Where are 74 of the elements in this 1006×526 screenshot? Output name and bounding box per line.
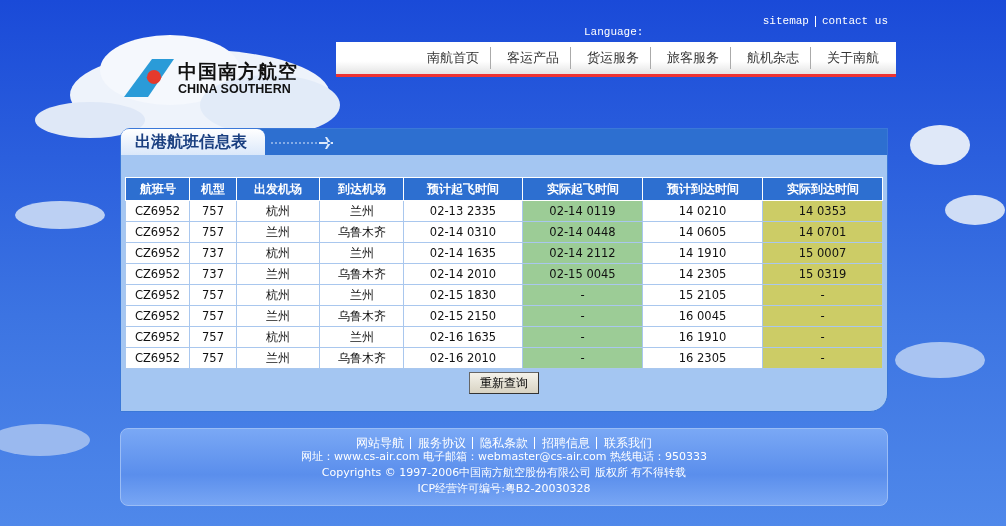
- table-cell: 14 1910: [642, 242, 763, 264]
- nav-link[interactable]: 旅客服务: [650, 47, 730, 69]
- table-cell: 16 1910: [642, 326, 763, 348]
- table-cell: 757: [189, 284, 237, 306]
- top-link[interactable]: sitemap: [762, 16, 809, 27]
- table-cell: CZ6952: [125, 242, 190, 264]
- column-header: 实际到达时间: [762, 177, 883, 201]
- table-cell: CZ6952: [125, 326, 190, 348]
- table-cell: 兰州: [236, 305, 320, 327]
- table-cell: 兰州: [319, 326, 404, 348]
- requery-button[interactable]: 重新查询: [469, 372, 539, 394]
- column-header: 出发机场: [236, 177, 320, 201]
- table-cell: 杭州: [236, 242, 320, 264]
- table-cell: 757: [189, 347, 237, 369]
- table-cell: CZ6952: [125, 284, 190, 306]
- table-cell: 757: [189, 200, 237, 222]
- table-cell: 兰州: [319, 242, 404, 264]
- table-cell: 02-14 2010: [403, 263, 523, 285]
- table-cell: 757: [189, 326, 237, 348]
- logo-text: CHINA SOUTHERN: [178, 82, 292, 96]
- table-cell: 乌鲁木齐: [319, 221, 404, 243]
- plane-icon: [271, 137, 333, 149]
- table-cell: CZ6952: [125, 263, 190, 285]
- top-link[interactable]: contact us: [815, 16, 888, 27]
- table-cell: 兰州: [236, 347, 320, 369]
- table-cell: 02-16 1635: [403, 326, 523, 348]
- nav-link[interactable]: 航机杂志: [730, 47, 810, 69]
- nav-link[interactable]: 关于南航: [810, 47, 890, 69]
- table-cell: 14 0210: [642, 200, 763, 222]
- table-cell: 兰州: [319, 200, 404, 222]
- table-cell: 02-14 0310: [403, 221, 523, 243]
- column-header: 航班号: [125, 177, 190, 201]
- table-cell: 15 2105: [642, 284, 763, 306]
- table-cell: 兰州: [236, 263, 320, 285]
- table-cell: 16 0045: [642, 305, 763, 327]
- table-cell: CZ6952: [125, 305, 190, 327]
- logo-text: 中国南方航空: [178, 60, 298, 82]
- table-cell: 737: [189, 263, 237, 285]
- table-cell: 757: [189, 221, 237, 243]
- table-cell: CZ6952: [125, 347, 190, 369]
- column-header: 预计起飞时间: [403, 177, 523, 201]
- table-cell: 02-15 1830: [403, 284, 523, 306]
- nav-link[interactable]: 南航首页: [411, 47, 490, 69]
- table-cell: 02-14 1635: [403, 242, 523, 264]
- table-cell: CZ6952: [125, 200, 190, 222]
- table-cell: 兰州: [236, 221, 320, 243]
- table-cell: 14 2305: [642, 263, 763, 285]
- table-cell: 02-15 2150: [403, 305, 523, 327]
- copyright-text: Copyrights © 1997-2006中国南方航空股份有限公司 版权所 有不得转载: [321, 465, 687, 481]
- table-cell: 乌鲁木齐: [319, 305, 404, 327]
- table-cell: 兰州: [319, 284, 404, 306]
- table-cell: 02-16 2010: [403, 347, 523, 369]
- table-cell: 乌鲁木齐: [319, 263, 404, 285]
- table-cell: 杭州: [236, 200, 320, 222]
- column-header: 到达机场: [319, 177, 404, 201]
- contact-text: 网址：www.cs-air.com 电子邮箱：webmaster@cs-air.com 热线电话：950333: [300, 449, 708, 465]
- table-cell: 杭州: [236, 284, 320, 306]
- table-cell: 757: [189, 305, 237, 327]
- nav-link[interactable]: 货运服务: [570, 47, 650, 69]
- table-cell: 737: [189, 242, 237, 264]
- table-cell: 02-13 2335: [403, 200, 523, 222]
- panel-title: 出港航班信息表: [121, 129, 265, 155]
- column-header: 预计到达时间: [642, 177, 763, 201]
- table-cell: 乌鲁木齐: [319, 347, 404, 369]
- table-cell: CZ6952: [125, 221, 190, 243]
- table-cell: 14 0605: [642, 221, 763, 243]
- column-header: 实际起飞时间: [522, 177, 643, 201]
- nav-link[interactable]: 客运产品: [490, 47, 570, 69]
- language-label: Language:: [584, 26, 644, 38]
- table-cell: 杭州: [236, 326, 320, 348]
- table-cell: 16 2305: [642, 347, 763, 369]
- icp-text: ICP经营许可编号:粤B2-20030328: [417, 481, 591, 497]
- tail-fin-logo-icon: [124, 59, 174, 97]
- column-header: 机型: [189, 177, 237, 201]
